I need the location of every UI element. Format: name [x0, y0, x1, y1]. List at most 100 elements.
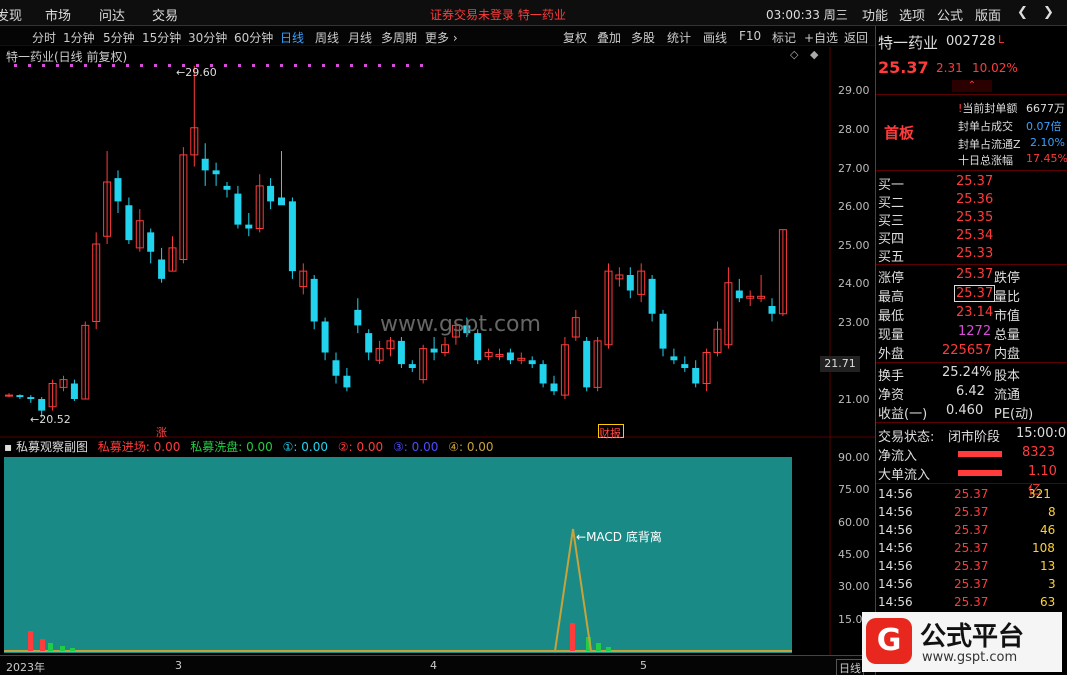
indicator-bar: [70, 648, 75, 651]
float-label: 流通: [994, 388, 1021, 403]
inflow-value: 8323: [1022, 445, 1056, 460]
tool-fuquan[interactable]: 复权: [563, 29, 587, 46]
stat-value: 0.07倍: [1026, 120, 1062, 133]
signal-dot: [308, 64, 311, 67]
status-label: 交易状态:: [878, 430, 935, 445]
stat-label: !当前封单额: [958, 102, 1018, 115]
watermark: www.gspt.com: [380, 312, 541, 337]
low-value: 20.52: [39, 413, 71, 426]
bid-price[interactable]: 25.37: [956, 174, 993, 189]
signal-dot: [168, 64, 171, 67]
quote-value: 1272: [958, 324, 992, 339]
last-price: 25.37: [878, 58, 929, 77]
menu-discover[interactable]: 发现: [0, 5, 22, 24]
capital-label: 股本: [994, 369, 1021, 384]
tab-more[interactable]: 更多 ›: [425, 29, 458, 46]
tool-back[interactable]: 返回: [844, 29, 868, 46]
bid-label: 买三: [878, 214, 905, 229]
inflow-bar: [958, 451, 1002, 457]
price-tick: 24.00: [838, 277, 870, 290]
tick-price: 25.37: [954, 505, 989, 519]
tab-60min[interactable]: 60分钟: [234, 29, 273, 46]
price-change: 2.31: [936, 61, 963, 75]
stock-name: 特一药业: [878, 34, 939, 52]
candle-body: [267, 185, 275, 202]
indicator-bar: [48, 643, 53, 651]
caibao-marker[interactable]: 财报: [598, 424, 624, 440]
low-price-label: ←20.52: [30, 413, 71, 426]
menu-wenda[interactable]: 问达: [99, 5, 125, 24]
label: ③:: [393, 440, 408, 454]
inflow-label: 净流入: [878, 449, 918, 464]
tab-weekly[interactable]: 周线: [315, 29, 339, 46]
bid-price[interactable]: 25.34: [956, 228, 993, 243]
price-tick: 27.00: [838, 162, 870, 175]
signal-dot: [280, 64, 283, 67]
tool-draw[interactable]: 画线: [703, 29, 727, 46]
menu-layout[interactable]: 版面: [975, 5, 1001, 24]
tab-5min[interactable]: 5分钟: [103, 29, 135, 46]
bid-price[interactable]: 25.36: [956, 192, 993, 207]
signal-dot: [224, 64, 227, 67]
candle-body: [506, 352, 514, 361]
tab-daily[interactable]: 日线: [280, 29, 304, 46]
menu-function[interactable]: 功能: [862, 5, 888, 24]
indicator-bar: [606, 647, 611, 651]
tab-30min[interactable]: 30分钟: [188, 29, 227, 46]
tool-multi-stock[interactable]: 多股: [631, 29, 655, 46]
menu-market[interactable]: 市场: [45, 5, 71, 24]
stat-value: 17.45%: [1026, 152, 1067, 165]
tool-stats[interactable]: 统计: [667, 29, 691, 46]
indicator-title: ▪ 私募观察副图: [4, 440, 88, 454]
eps-value: 0.460: [946, 403, 984, 418]
price-tick: 23.00: [838, 316, 870, 329]
date-tick: 4: [430, 659, 437, 672]
diamond-icon[interactable]: ◇: [790, 48, 798, 61]
signal-dot: [378, 64, 381, 67]
forward-arrow-icon[interactable]: ❯: [1043, 5, 1054, 20]
tab-monthly[interactable]: 月线: [348, 29, 372, 46]
tab-multi-period[interactable]: 多周期: [381, 29, 417, 46]
candle-body: [27, 397, 35, 399]
menu-formula[interactable]: 公式: [937, 5, 963, 24]
candles: [5, 65, 787, 418]
tab-15min[interactable]: 15分钟: [142, 29, 181, 46]
macd-annotation-text: MACD 底背离: [586, 530, 662, 544]
zhang-marker[interactable]: 涨: [156, 424, 170, 439]
tool-f10[interactable]: F10: [739, 29, 761, 43]
candle-body: [583, 340, 591, 388]
menu-options[interactable]: 选项: [899, 5, 925, 24]
turnover-value: 25.24%: [942, 365, 992, 380]
tab-1min[interactable]: 1分钟: [63, 29, 95, 46]
tick-price: 25.37: [954, 559, 989, 573]
login-status[interactable]: 证券交易未登录 特一药业: [430, 6, 566, 23]
menu-trade[interactable]: 交易: [152, 5, 178, 24]
indicator-title-text: 私募观察副图: [15, 440, 88, 454]
value: 0.00: [301, 440, 328, 454]
tab-intraday[interactable]: 分时: [32, 29, 56, 46]
collapse-chevron-icon[interactable]: ⌃: [952, 80, 992, 92]
bid-price[interactable]: 25.35: [956, 210, 993, 225]
stat-label: 封单占流通Z: [958, 138, 1021, 151]
bid-price[interactable]: 25.33: [956, 246, 993, 261]
status-value: 闭市阶段: [948, 430, 1001, 445]
quote-label: 最高: [878, 290, 905, 305]
period-selector[interactable]: 日线: [836, 659, 864, 675]
candle-body: [365, 333, 373, 353]
tool-add-watchlist[interactable]: +自选: [804, 29, 838, 46]
expand-diamond-icon[interactable]: ◆: [810, 48, 818, 61]
value: 0.00: [356, 440, 384, 454]
signal-dot: [252, 64, 255, 67]
logo-text: 公式平台: [920, 622, 1025, 652]
label: ①:: [282, 440, 298, 454]
value: 0.00: [466, 440, 494, 454]
back-arrow-icon[interactable]: ❮: [1017, 5, 1028, 20]
tick-vol: 108: [1032, 541, 1055, 555]
candle-body: [354, 309, 362, 326]
tool-overlay[interactable]: 叠加: [597, 29, 621, 46]
tool-mark[interactable]: 标记: [772, 29, 796, 46]
nav-value: 6.42: [956, 384, 985, 399]
kline-chart[interactable]: [0, 47, 875, 655]
signal-dot: [364, 64, 367, 67]
nav-label: 净资: [878, 388, 905, 403]
